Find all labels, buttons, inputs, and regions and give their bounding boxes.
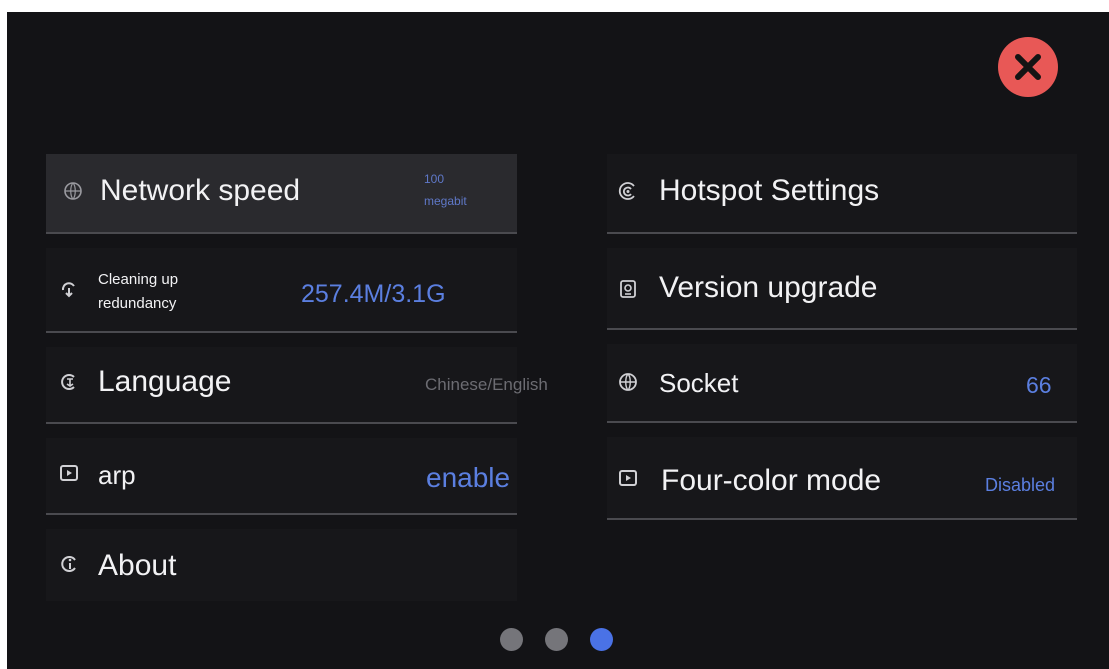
play-box-icon bbox=[58, 462, 80, 484]
four-color-mode-label: Four-color mode bbox=[661, 464, 882, 497]
language-item[interactable]: Language Chinese/English bbox=[46, 347, 548, 424]
socket-value: 66 bbox=[1026, 372, 1052, 398]
page-dot-1[interactable] bbox=[500, 628, 523, 651]
hotspot-settings-label: Hotspot Settings bbox=[659, 174, 880, 207]
close-icon bbox=[1015, 54, 1041, 80]
language-label: Language bbox=[98, 365, 232, 398]
about-item[interactable]: About bbox=[46, 529, 517, 601]
hotspot-icon bbox=[617, 180, 639, 202]
about-label: About bbox=[98, 549, 177, 582]
page-indicator bbox=[500, 628, 613, 652]
arp-value: enable bbox=[426, 462, 511, 493]
network-speed-value-unit: megabit bbox=[424, 194, 467, 208]
cleaning-value: 257.4M/3.1G bbox=[301, 280, 446, 308]
version-upgrade-label: Version upgrade bbox=[659, 271, 878, 304]
page-dot-3-active[interactable] bbox=[590, 628, 613, 651]
network-speed-value-number: 100 bbox=[424, 172, 445, 186]
play-box-icon bbox=[617, 467, 639, 489]
network-speed-label: Network speed bbox=[100, 174, 301, 207]
info-icon bbox=[58, 553, 80, 575]
hotspot-settings-item[interactable]: Hotspot Settings bbox=[607, 154, 1077, 234]
four-color-mode-item[interactable]: Four-color mode Disabled bbox=[607, 437, 1077, 520]
arp-label: arp bbox=[98, 460, 136, 490]
socket-item[interactable]: Socket 66 bbox=[607, 344, 1077, 423]
cleaning-label-line1: Cleaning up bbox=[98, 271, 179, 288]
socket-label: Socket bbox=[659, 368, 739, 398]
socket-icon bbox=[617, 371, 639, 393]
cleaning-label-line2: redundancy bbox=[98, 295, 177, 312]
close-button[interactable] bbox=[998, 37, 1058, 97]
version-upgrade-item[interactable]: Version upgrade bbox=[607, 248, 1077, 330]
clean-icon bbox=[58, 278, 80, 300]
arp-item[interactable]: arp enable bbox=[46, 438, 517, 515]
language-icon bbox=[58, 371, 80, 393]
language-value: Chinese/English bbox=[425, 375, 548, 394]
four-color-mode-value: Disabled bbox=[985, 475, 1056, 495]
network-speed-item[interactable]: Network speed 100 megabit bbox=[46, 154, 517, 234]
cleaning-redundancy-item[interactable]: Cleaning up redundancy 257.4M/3.1G bbox=[46, 248, 517, 333]
globe-icon bbox=[62, 180, 84, 202]
upgrade-icon bbox=[617, 278, 639, 300]
page-dot-2[interactable] bbox=[545, 628, 568, 651]
